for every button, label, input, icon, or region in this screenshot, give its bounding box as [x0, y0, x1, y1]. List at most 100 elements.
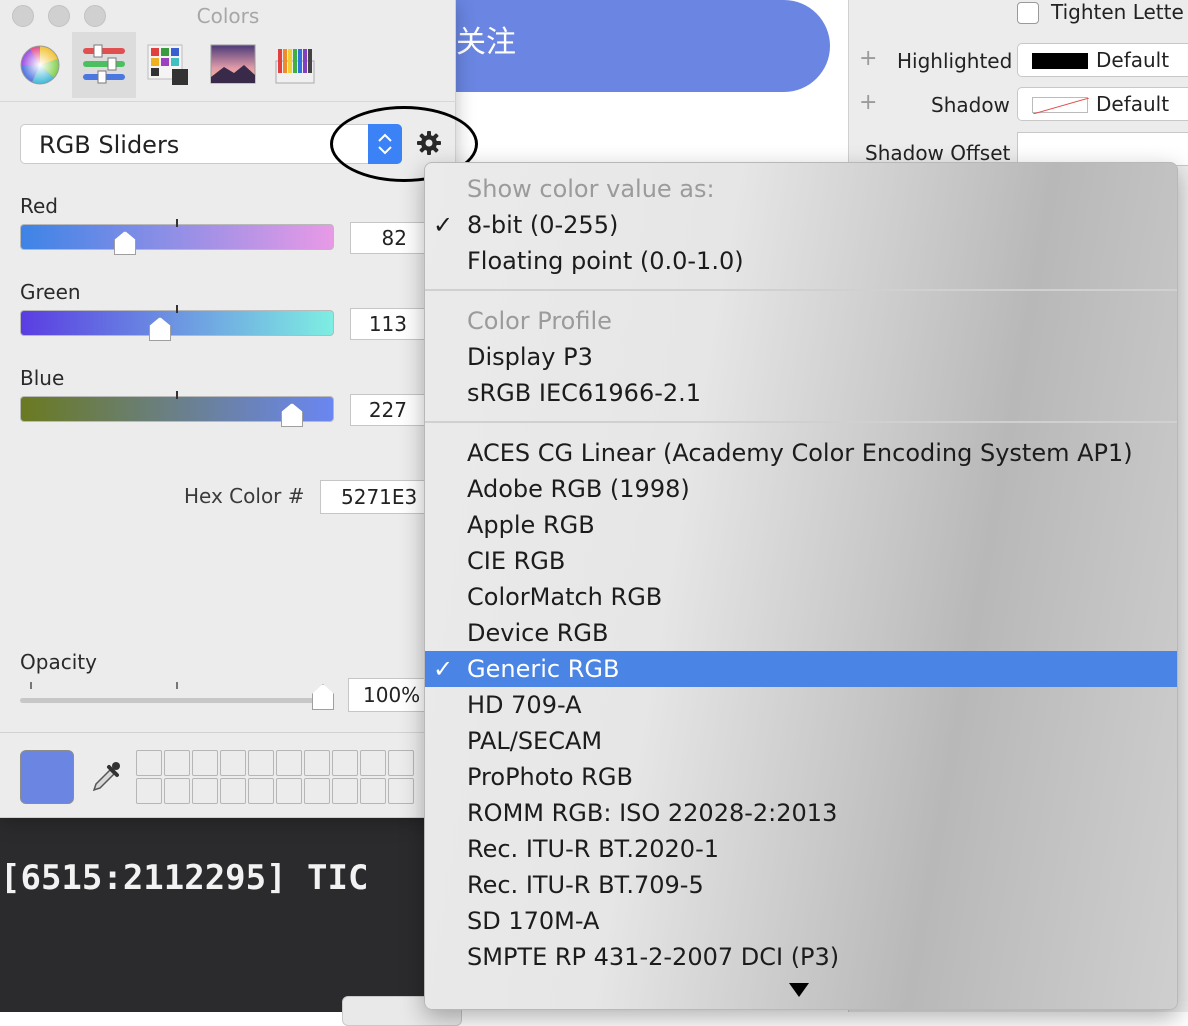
menu-item[interactable]: SD 170M-A: [425, 903, 1177, 939]
red-label: Red: [20, 194, 58, 218]
tighten-label: Tighten Lette: [1051, 0, 1184, 24]
shadow-color-popup[interactable]: Default: [1017, 87, 1188, 121]
menu-item-label: ROMM RGB: ISO 22028-2:2013: [467, 799, 838, 827]
menu-item-label: 8-bit (0-255): [467, 211, 619, 239]
menu-item[interactable]: ACES CG Linear (Academy Color Encoding S…: [425, 435, 1177, 471]
panel-titlebar: Colors: [0, 0, 456, 32]
menu-item-label: Display P3: [467, 343, 593, 371]
swatch-cell[interactable]: [332, 750, 358, 776]
swatch-cell[interactable]: [388, 750, 414, 776]
menu-item[interactable]: Floating point (0.0-1.0): [425, 243, 1177, 279]
menu-item-label: Apple RGB: [467, 511, 595, 539]
swatch-cell[interactable]: [248, 778, 274, 804]
red-slider-knob[interactable]: [114, 231, 136, 255]
opacity-label: Opacity: [20, 650, 97, 674]
checkmark-icon: ✓: [433, 211, 454, 239]
menu-item[interactable]: ProPhoto RGB: [425, 759, 1177, 795]
sliders-icon: [83, 44, 125, 84]
red-slider-tick: [176, 219, 178, 227]
image-palettes-tab[interactable]: [200, 32, 264, 98]
menu-item[interactable]: HD 709-A: [425, 687, 1177, 723]
menu-item-label: ProPhoto RGB: [467, 763, 633, 791]
tighten-checkbox[interactable]: [1017, 2, 1039, 24]
menu-item[interactable]: Rec. ITU-R BT.2020-1: [425, 831, 1177, 867]
pencils-tab[interactable]: [264, 32, 328, 98]
menu-item-label: SD 170M-A: [467, 907, 600, 935]
swatch-cell[interactable]: [276, 778, 302, 804]
swatch-cell[interactable]: [164, 778, 190, 804]
swatch-cell[interactable]: [360, 778, 386, 804]
menu-item[interactable]: ✓ Generic RGB: [425, 651, 1177, 687]
menu-separator: [425, 289, 1177, 291]
no-color-swatch-icon: [1032, 97, 1090, 115]
current-color-well[interactable]: [20, 750, 74, 804]
swatch-cell[interactable]: [304, 778, 330, 804]
swatch-cell[interactable]: [136, 750, 162, 776]
menu-separator: [425, 421, 1177, 423]
menu-item-label: HD 709-A: [467, 691, 582, 719]
add-highlighted-variation-icon[interactable]: +: [859, 46, 877, 71]
menu-item[interactable]: Rec. ITU-R BT.709-5: [425, 867, 1177, 903]
swatch-cell[interactable]: [136, 778, 162, 804]
swatch-cell[interactable]: [388, 778, 414, 804]
menu-item-label: Adobe RGB (1998): [467, 475, 690, 503]
menu-item[interactable]: ROMM RGB: ISO 22028-2:2013: [425, 795, 1177, 831]
opacity-slider-knob[interactable]: [312, 684, 334, 710]
menu-section-header: Color Profile: [467, 307, 612, 335]
palettes-icon: [147, 44, 188, 85]
pencils-icon: [275, 49, 315, 84]
menu-item[interactable]: ✓ 8-bit (0-255): [425, 207, 1177, 243]
green-slider-tick: [176, 305, 178, 313]
highlighted-color-popup[interactable]: Default: [1017, 43, 1188, 77]
scroll-down-arrow-icon[interactable]: [789, 983, 809, 997]
opacity-tick: [30, 682, 32, 689]
blue-slider-knob[interactable]: [281, 403, 303, 427]
color-mode-toolbar: [0, 30, 456, 102]
swatch-cell[interactable]: [332, 778, 358, 804]
swatch-cell[interactable]: [276, 750, 302, 776]
menu-item[interactable]: sRGB IEC61966-2.1: [425, 375, 1177, 411]
color-wheel-tab[interactable]: [8, 32, 72, 98]
swatch-cell[interactable]: [220, 750, 246, 776]
shadow-value: Default: [1096, 92, 1170, 116]
opacity-slider[interactable]: [20, 698, 334, 703]
panel-title: Colors: [196, 4, 260, 28]
menu-item[interactable]: ColorMatch RGB: [425, 579, 1177, 615]
swatch-cell[interactable]: [192, 750, 218, 776]
hex-color-label: Hex Color #: [184, 484, 305, 508]
green-slider-knob[interactable]: [149, 317, 171, 341]
swatch-cell[interactable]: [192, 778, 218, 804]
menu-item[interactable]: SMPTE RP 431-2-2007 DCI (P3): [425, 939, 1177, 975]
black-swatch-icon: [1032, 53, 1088, 69]
eyedropper-icon[interactable]: [90, 760, 122, 794]
menu-item[interactable]: Adobe RGB (1998): [425, 471, 1177, 507]
red-slider[interactable]: [20, 219, 334, 255]
color-palettes-tab[interactable]: [136, 32, 200, 98]
green-slider[interactable]: [20, 305, 334, 341]
console-log-line: [6515:2112295] TIC: [0, 858, 369, 898]
menu-item[interactable]: Device RGB: [425, 615, 1177, 651]
menu-item-label: sRGB IEC61966-2.1: [467, 379, 702, 407]
menu-item[interactable]: Display P3: [425, 339, 1177, 375]
add-shadow-variation-icon[interactable]: +: [859, 90, 877, 115]
follow-button[interactable]: 关注: [400, 0, 830, 92]
menu-item-label: Device RGB: [467, 619, 609, 647]
menu-item[interactable]: PAL/SECAM: [425, 723, 1177, 759]
opacity-tick: [176, 682, 178, 689]
menu-item-label: CIE RGB: [467, 547, 566, 575]
swatch-cell[interactable]: [248, 750, 274, 776]
blue-slider[interactable]: [20, 391, 334, 427]
menu-item-label: ColorMatch RGB: [467, 583, 663, 611]
menu-item-label: Floating point (0.0-1.0): [467, 247, 744, 275]
color-sliders-tab[interactable]: [72, 32, 136, 98]
swatch-cell[interactable]: [164, 750, 190, 776]
menu-item[interactable]: CIE RGB: [425, 543, 1177, 579]
menu-item[interactable]: Apple RGB: [425, 507, 1177, 543]
favorite-swatches: [136, 750, 416, 806]
hex-color-field[interactable]: 5271E3: [320, 480, 440, 514]
swatch-cell[interactable]: [360, 750, 386, 776]
shadow-offset-field[interactable]: [1017, 132, 1188, 166]
shadow-label: Shadow: [931, 93, 1010, 117]
swatch-cell[interactable]: [304, 750, 330, 776]
swatch-cell[interactable]: [220, 778, 246, 804]
